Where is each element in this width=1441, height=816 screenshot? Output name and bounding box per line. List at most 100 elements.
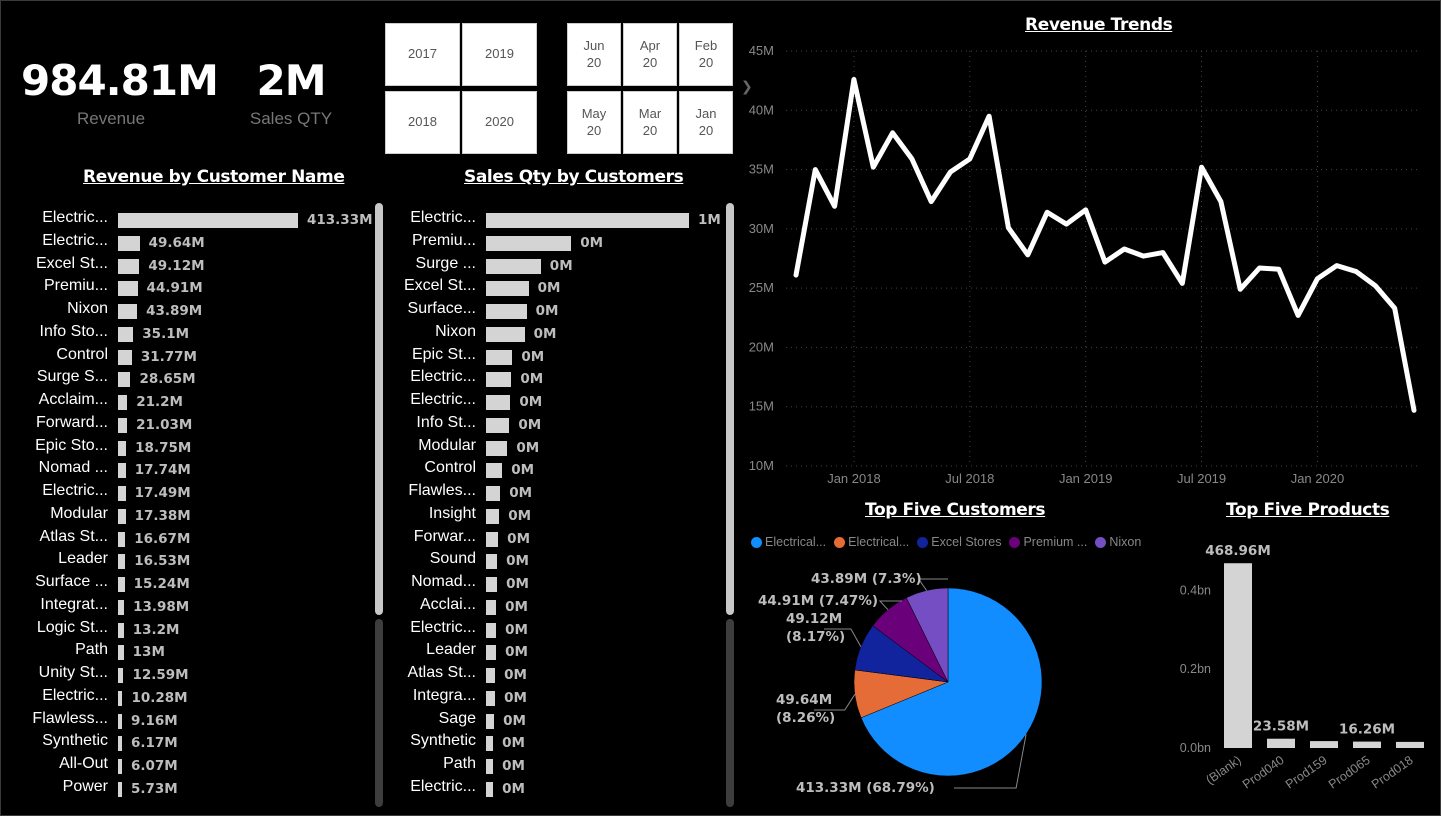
bar[interactable] xyxy=(486,304,527,319)
bar[interactable] xyxy=(118,713,122,729)
top-five-products-chart: 0.0bn 0.2bn 0.4bn 468.96M (Blank) 23.58M Prod0… xyxy=(1180,543,1424,792)
legend-item[interactable]: Excel Stores xyxy=(917,535,1001,549)
legend-label: Electrical... xyxy=(765,535,827,549)
pie-data-label: 413.33M (68.79%) xyxy=(796,780,935,796)
bar[interactable] xyxy=(118,417,128,433)
year-slicer-2018[interactable]: 2018 xyxy=(385,91,460,154)
month-year: 20 xyxy=(698,54,714,70)
bar[interactable] xyxy=(118,645,124,661)
bar[interactable] xyxy=(486,440,508,456)
month-slicer-may[interactable]: May 20 xyxy=(567,91,621,154)
bar[interactable] xyxy=(1396,741,1424,748)
bar[interactable] xyxy=(118,463,126,479)
data-label: 0M xyxy=(502,735,525,752)
month-slicer-jun[interactable]: Jun 20 xyxy=(567,23,621,86)
bar[interactable] xyxy=(118,668,124,683)
bar[interactable] xyxy=(486,554,498,570)
bar[interactable] xyxy=(118,395,128,410)
category-label: Prod018 xyxy=(1369,753,1416,792)
legend-item[interactable]: Premium ... xyxy=(1009,535,1087,549)
category-label: Insight xyxy=(428,504,476,522)
bar[interactable] xyxy=(486,713,495,729)
bar[interactable] xyxy=(118,622,124,638)
category-label: Integra... xyxy=(412,686,476,704)
bar[interactable] xyxy=(118,258,140,274)
month-slicer-apr[interactable]: Apr 20 xyxy=(623,23,677,86)
pie-label-line: (8.26%) xyxy=(776,710,835,726)
bar[interactable] xyxy=(118,326,134,342)
month-year: 20 xyxy=(586,122,602,138)
bar[interactable] xyxy=(486,349,513,365)
bar[interactable] xyxy=(118,486,126,501)
bar[interactable] xyxy=(486,781,494,797)
bar[interactable] xyxy=(118,736,122,752)
category-label: Electric... xyxy=(42,482,108,499)
month-year: 20 xyxy=(698,122,714,138)
bar[interactable] xyxy=(486,258,541,274)
legend-item[interactable]: Nixon xyxy=(1095,535,1141,549)
bar[interactable] xyxy=(1224,563,1252,748)
legend-item[interactable]: Electrical... xyxy=(751,535,826,549)
category-label: Control xyxy=(424,459,476,477)
month-slicer-feb[interactable]: Feb 20 xyxy=(679,23,733,86)
bar[interactable] xyxy=(118,235,140,251)
bar[interactable] xyxy=(486,463,503,479)
category-label: Nixon xyxy=(67,300,108,317)
bar[interactable] xyxy=(1353,741,1381,748)
bar[interactable] xyxy=(486,395,511,410)
bar[interactable] xyxy=(486,372,512,388)
bar[interactable] xyxy=(486,759,494,774)
year-slicer-2020[interactable]: 2020 xyxy=(462,91,537,154)
bar[interactable] xyxy=(486,622,497,638)
data-label: 0M xyxy=(519,394,543,410)
bar[interactable] xyxy=(118,304,138,319)
year-slicer-2019[interactable]: 2019 xyxy=(462,23,537,86)
bar[interactable] xyxy=(118,372,131,388)
y-tick-label: 35M xyxy=(749,162,774,177)
bar[interactable] xyxy=(486,577,498,592)
bar[interactable] xyxy=(486,486,501,501)
bar[interactable] xyxy=(486,690,496,706)
revenue-by-customer-title: Revenue by Customer Name xyxy=(83,167,345,187)
bar[interactable] xyxy=(118,759,122,774)
bar[interactable] xyxy=(486,668,496,683)
bar[interactable] xyxy=(118,281,138,297)
bar[interactable] xyxy=(118,531,126,547)
data-label: 13.2M xyxy=(132,621,180,638)
bar[interactable] xyxy=(486,508,500,524)
bar[interactable] xyxy=(486,281,529,297)
bar[interactable] xyxy=(486,531,499,547)
bar[interactable] xyxy=(486,235,572,251)
month-slicer-jan[interactable]: Jan 20 xyxy=(679,91,733,154)
bar[interactable] xyxy=(1267,738,1295,748)
bar[interactable] xyxy=(118,781,122,797)
sales-qty-list-scrollbar[interactable] xyxy=(726,203,734,615)
bar[interactable] xyxy=(486,645,497,661)
bar[interactable] xyxy=(118,690,123,706)
month-slicer-mar[interactable]: Mar 20 xyxy=(623,91,677,154)
bar[interactable] xyxy=(1310,741,1338,748)
data-label: 0M xyxy=(511,462,535,479)
bar[interactable] xyxy=(118,349,132,365)
legend-item[interactable]: Electrical... xyxy=(834,535,909,549)
bar[interactable] xyxy=(118,213,298,228)
data-label: 0M xyxy=(507,530,530,547)
year-slicer-2017[interactable]: 2017 xyxy=(385,23,460,86)
month-label: Jun xyxy=(583,38,605,54)
bar[interactable] xyxy=(486,417,510,433)
bar[interactable] xyxy=(118,599,125,615)
bar[interactable] xyxy=(486,213,689,228)
sales-qty-list-scroll-track[interactable] xyxy=(726,619,734,807)
bar[interactable] xyxy=(486,736,494,752)
bar[interactable] xyxy=(486,599,497,615)
x-tick-label: Jan 2019 xyxy=(1059,471,1113,486)
bar[interactable] xyxy=(118,577,125,592)
data-label: 16.67M xyxy=(134,530,191,547)
bar[interactable] xyxy=(118,440,127,456)
bar[interactable] xyxy=(118,508,126,524)
data-label: 44.91M xyxy=(146,280,203,297)
legend-swatch xyxy=(1009,536,1021,548)
bar[interactable] xyxy=(118,554,126,570)
category-label: Excel St... xyxy=(403,277,476,295)
bar[interactable] xyxy=(486,326,525,342)
